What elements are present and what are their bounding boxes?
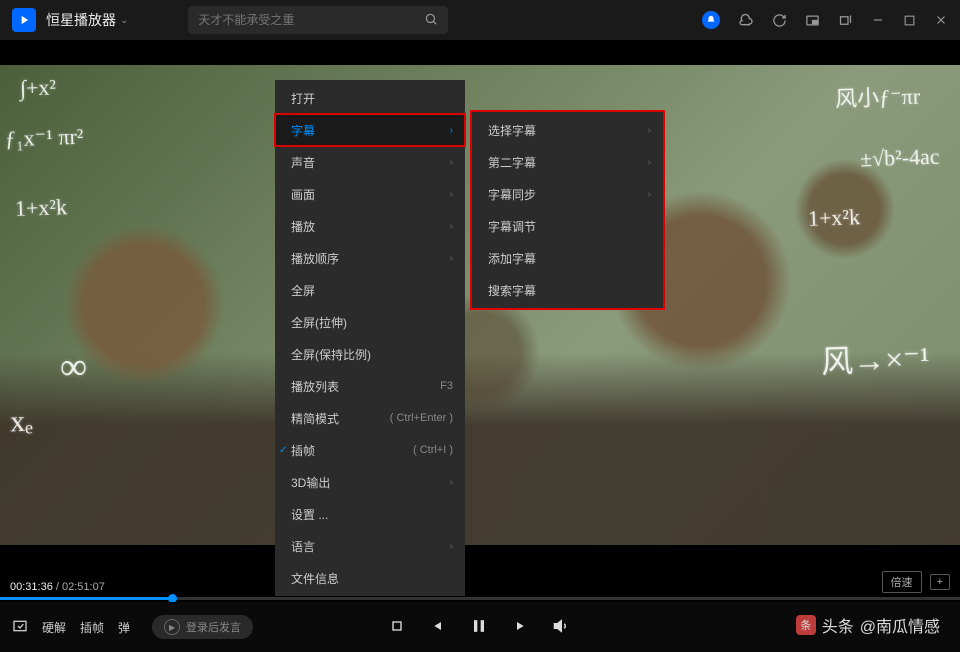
search-box[interactable] [188,6,448,34]
menu-playback[interactable]: 播放› [275,210,465,242]
volume-icon[interactable] [553,617,571,638]
minimize-icon[interactable] [871,13,885,27]
context-menu: 打开 字幕› 声音› 画面› 播放› 播放顺序› 全屏 全屏(拉伸) 全屏(保持… [275,80,465,596]
search-input[interactable] [198,13,424,27]
search-icon[interactable] [424,12,438,29]
submenu-second-subtitle[interactable]: 第二字幕› [472,146,663,178]
danmu-label[interactable]: 弹 [118,619,130,636]
menu-settings[interactable]: 设置 ... [275,498,465,530]
app-logo[interactable] [12,8,36,32]
subtitle-submenu: 选择字幕› 第二字幕› 字幕同步› 字幕调节 添加字幕 搜索字幕 [470,110,665,310]
menu-open[interactable]: 打开 [275,82,465,114]
progress-bar[interactable] [0,597,960,600]
pin-icon[interactable] [838,13,853,28]
play-circle-icon: ▶ [164,619,180,635]
speed-button[interactable]: 倍速 [882,571,922,593]
menu-picture[interactable]: 画面› [275,178,465,210]
stop-icon[interactable] [389,618,405,637]
app-dropdown-icon[interactable]: ⌄ [120,15,128,26]
menu-play-order[interactable]: 播放顺序› [275,242,465,274]
frame-interp-label[interactable]: 插帧 [80,619,104,636]
login-pill[interactable]: ▶ 登录后发言 [152,615,253,639]
menu-compact[interactable]: 精简模式( Ctrl+Enter ) [275,402,465,434]
submenu-select-subtitle[interactable]: 选择字幕› [472,114,663,146]
refresh-icon[interactable] [772,13,787,28]
menu-fullscreen[interactable]: 全屏 [275,274,465,306]
add-button[interactable]: + [930,574,950,590]
watermark: 条 头条 @南瓜情感 [796,613,940,637]
close-icon[interactable] [934,13,948,27]
menu-file-info[interactable]: 文件信息 [275,562,465,594]
submenu-subtitle-adjust[interactable]: 字幕调节 [472,210,663,242]
menu-subtitle[interactable]: 字幕› [275,114,465,146]
menu-playlist[interactable]: 播放列表F3 [275,370,465,402]
submenu-subtitle-sync[interactable]: 字幕同步› [472,178,663,210]
prev-icon[interactable] [429,618,445,637]
menu-language[interactable]: 语言› [275,530,465,562]
menu-fullscreen-stretch[interactable]: 全屏(拉伸) [275,306,465,338]
hw-decode-label[interactable]: 硬解 [42,619,66,636]
app-name[interactable]: 恒星播放器 [46,10,116,30]
screenshot-icon[interactable] [12,618,28,637]
menu-audio[interactable]: 声音› [275,146,465,178]
notification-icon[interactable] [702,11,720,29]
menu-fullscreen-ratio[interactable]: 全屏(保持比例) [275,338,465,370]
next-icon[interactable] [513,618,529,637]
cloud-icon[interactable] [738,12,754,28]
pause-icon[interactable] [469,616,489,639]
submenu-add-subtitle[interactable]: 添加字幕 [472,242,663,274]
maximize-icon[interactable] [903,14,916,27]
login-hint-text: 登录后发言 [186,619,241,635]
menu-3d-output[interactable]: 3D输出› [275,466,465,498]
submenu-search-subtitle[interactable]: 搜索字幕 [472,274,663,306]
mini-player-icon[interactable] [805,13,820,28]
menu-frame-interp[interactable]: ✓插帧( Ctrl+I ) [275,434,465,466]
time-display: 00:31:36 / 02:51:07 [10,581,105,593]
